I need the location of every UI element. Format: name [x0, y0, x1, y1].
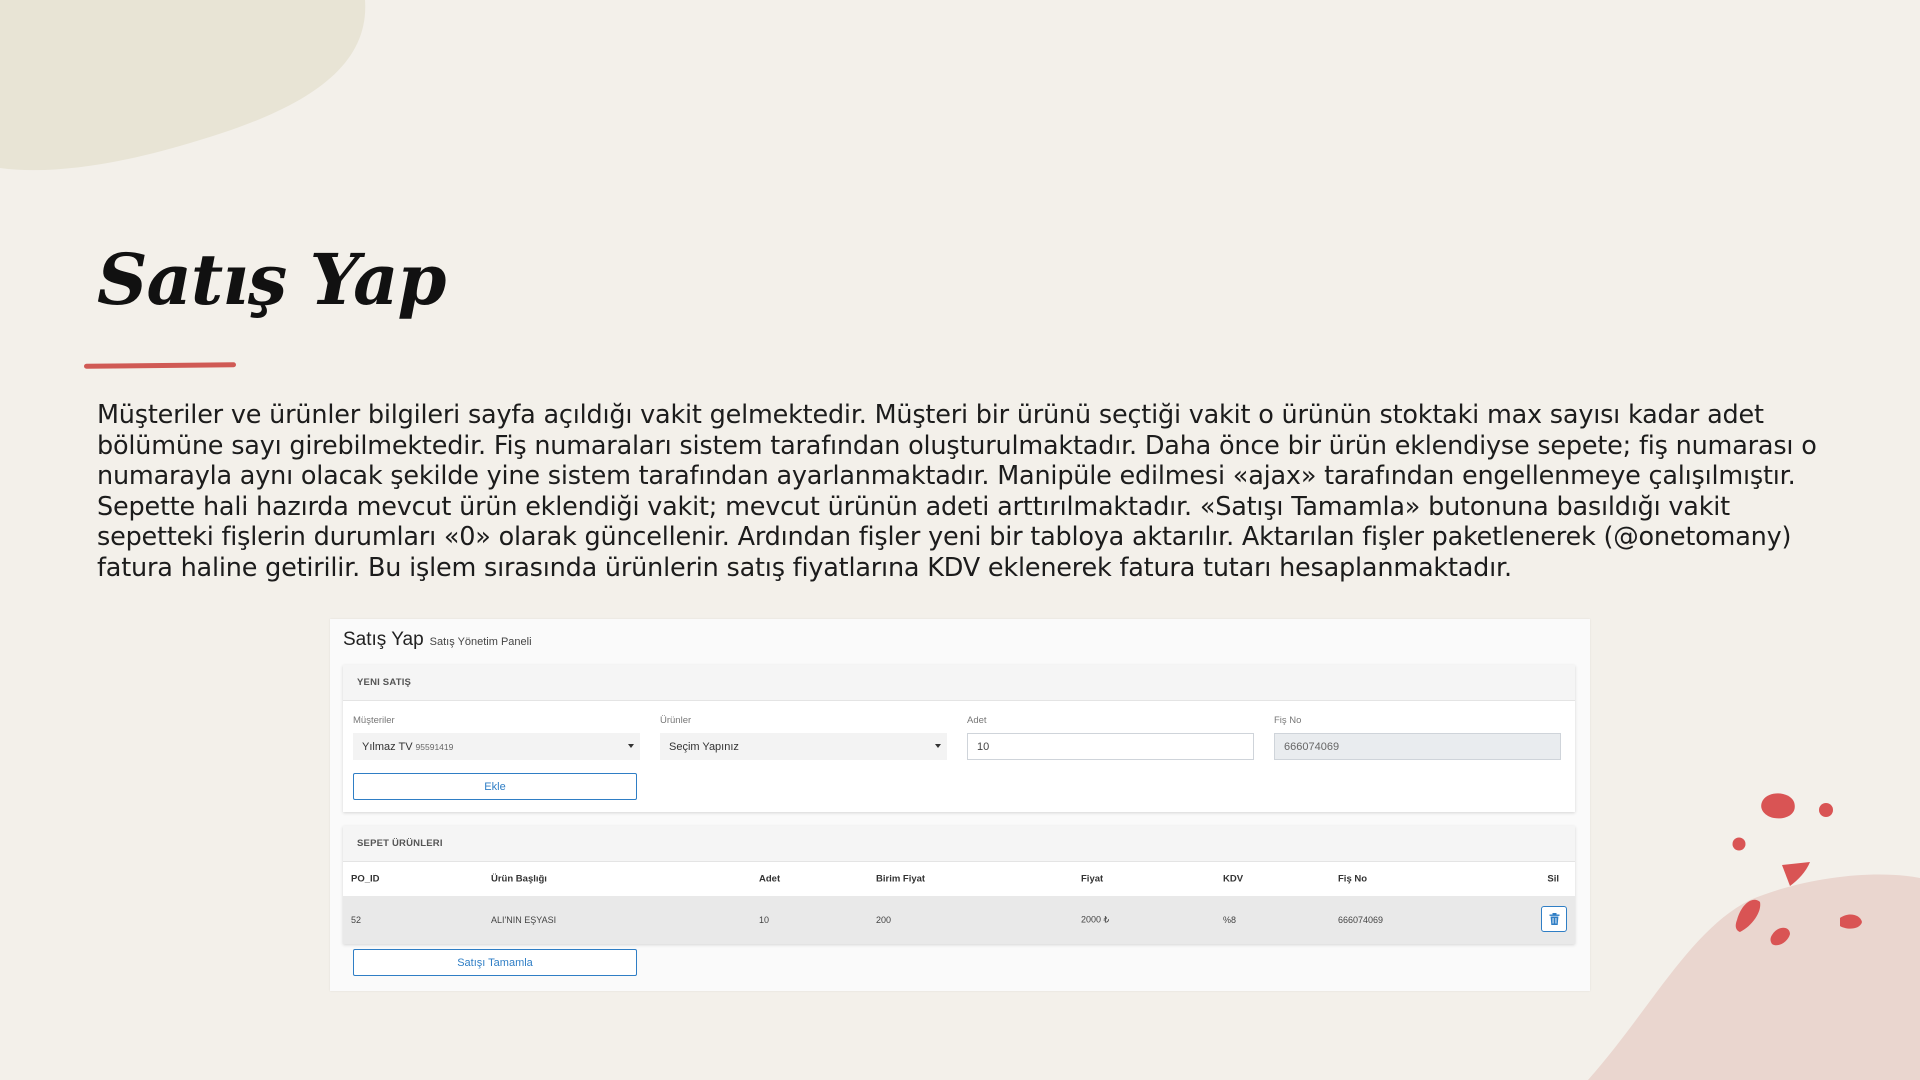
trash-icon: [1549, 913, 1559, 925]
receipt-label: Fiş No: [1274, 715, 1302, 726]
customers-label: Müşteriler: [353, 715, 395, 726]
cell-product-title: ALI'NIN EŞYASI: [491, 915, 557, 925]
new-sale-card: YENI SATIŞ Müşteriler Yılmaz TV 95591419…: [343, 665, 1575, 812]
quantity-input[interactable]: 10: [967, 733, 1254, 760]
delete-button[interactable]: [1541, 906, 1567, 932]
complete-sale-button[interactable]: Satışı Tamamla: [353, 949, 637, 976]
panel-title: Satış Yap: [343, 629, 424, 650]
column-header: Sil: [1547, 873, 1559, 884]
cell-price: 2000 ₺: [1081, 914, 1110, 925]
column-header: Birim Fiyat: [876, 873, 926, 884]
column-header: Adet: [759, 873, 781, 884]
products-label: Ürünler: [660, 715, 692, 726]
cart-heading: SEPET ÜRÜNLERI: [343, 826, 1575, 862]
chevron-down-icon: [935, 744, 941, 748]
customers-select[interactable]: Yılmaz TV 95591419: [353, 733, 640, 760]
column-header: Fiş No: [1338, 873, 1368, 884]
receipt-field: Fiş No 666074069: [1274, 715, 1561, 760]
column-header: PO_ID: [351, 873, 380, 884]
cell-receipt-no: 666074069: [1338, 915, 1384, 925]
cell-kdv: %8: [1223, 915, 1237, 925]
customers-value-sub: 95591419: [415, 741, 454, 752]
quantity-label: Adet: [967, 715, 987, 726]
slide-description: Müşteriler ve ürünler bilgileri sayfa aç…: [97, 400, 1817, 583]
decorative-blob: [0, 0, 366, 171]
column-header: Fiyat: [1081, 873, 1104, 884]
quantity-field: Adet 10: [967, 715, 1254, 760]
panel-header: Satış Yap Satış Yönetim Paneli: [343, 629, 532, 651]
products-field: Ürünler Seçim Yapınız: [660, 715, 947, 760]
slide-title: Satış Yap: [97, 238, 446, 321]
table-row: 52 ALI'NIN EŞYASI 10 200 2000 ₺ %8 66607…: [343, 896, 1575, 944]
cart-card: SEPET ÜRÜNLERI PO_ID Ürün Başlığı Adet B…: [343, 826, 1575, 944]
chevron-down-icon: [628, 744, 634, 748]
title-underline: [83, 362, 237, 369]
sales-panel-screenshot: Satış Yap Satış Yönetim Paneli YENI SATI…: [330, 619, 1590, 991]
panel-subtitle: Satış Yönetim Paneli: [429, 636, 532, 648]
receipt-input: 666074069: [1274, 733, 1561, 760]
customers-value: Yılmaz TV: [362, 740, 413, 753]
table-header-row: PO_ID Ürün Başlığı Adet Birim Fiyat Fiya…: [343, 861, 1575, 896]
cart-table: PO_ID Ürün Başlığı Adet Birim Fiyat Fiya…: [343, 861, 1575, 944]
products-select[interactable]: Seçim Yapınız: [660, 733, 947, 760]
customers-field: Müşteriler Yılmaz TV 95591419: [353, 715, 640, 760]
cell-unit-price: 200: [876, 915, 892, 925]
add-button[interactable]: Ekle: [353, 773, 637, 800]
column-header: KDV: [1223, 873, 1244, 884]
cell-po-id: 52: [351, 915, 362, 925]
products-value: Seçim Yapınız: [669, 740, 739, 753]
column-header: Ürün Başlığı: [491, 873, 547, 884]
new-sale-heading: YENI SATIŞ: [343, 665, 1575, 701]
cell-quantity: 10: [759, 915, 770, 925]
